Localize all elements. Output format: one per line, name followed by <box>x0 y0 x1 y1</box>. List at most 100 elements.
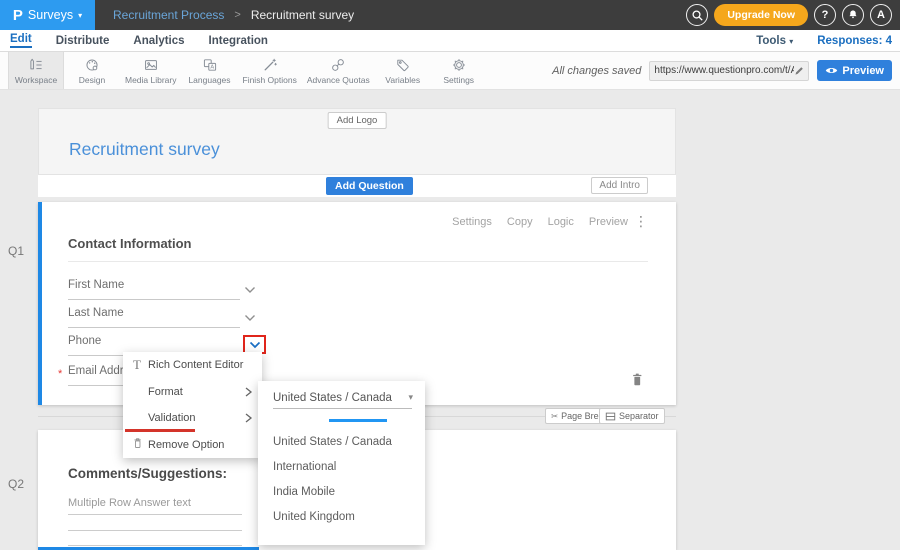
tools-menu[interactable]: Tools ▾ <box>756 35 793 47</box>
format-option-united-kingdom[interactable]: United Kingdom <box>273 511 355 529</box>
menu-item-format[interactable]: Format <box>123 379 262 406</box>
subnav-right: Tools ▾ Responses: 4 <box>756 35 892 47</box>
toolbar-tab-label: Settings <box>443 75 474 85</box>
settings-gear-icon <box>451 57 467 73</box>
toolbar-tab-workspace[interactable]: Workspace <box>8 52 64 89</box>
menu-item-validation[interactable]: Validation <box>123 405 262 432</box>
field-first-name[interactable]: First Name <box>68 279 240 300</box>
product-label: Surveys <box>28 8 73 22</box>
field-options-chevron-icon[interactable] <box>243 283 257 301</box>
upgrade-button[interactable]: Upgrade Now <box>714 4 808 26</box>
toolbar-tab-label: Variables <box>385 75 420 85</box>
breadcrumb-separator: > <box>234 9 240 21</box>
format-option-international[interactable]: International <box>273 461 336 479</box>
field-context-menu: T Rich Content Editor Format Validation … <box>123 352 262 458</box>
select-underline <box>273 408 412 409</box>
question-divider <box>68 261 648 262</box>
search-icon <box>691 9 704 22</box>
menu-item-rich-content-editor[interactable]: T Rich Content Editor <box>123 352 262 379</box>
help-button[interactable]: ? <box>814 4 836 26</box>
toolbar-tab-media-library[interactable]: Media Library <box>120 52 182 89</box>
question-actions: Settings Copy Logic Preview <box>452 216 628 228</box>
question-title-q1[interactable]: Contact Information <box>68 236 192 251</box>
question-title-q2[interactable]: Comments/Suggestions: <box>68 466 227 481</box>
toolbar-tab-variables[interactable]: Variables <box>375 52 431 89</box>
menu-item-label: Format <box>148 386 183 398</box>
editor-toolbar: Workspace Design Media Library <box>0 52 900 90</box>
more-menu-icon[interactable]: ⋮ <box>634 213 648 230</box>
toolbar-tab-finish-options[interactable]: Finish Options <box>238 52 302 89</box>
menu-item-label: Remove Option <box>148 439 224 451</box>
toolbar-tab-languages[interactable]: A Languages <box>182 52 238 89</box>
toolbar-tab-design[interactable]: Design <box>64 52 120 89</box>
page-break-icon: ✂ <box>551 411 558 422</box>
search-button[interactable] <box>686 4 708 26</box>
menu-item-remove-option[interactable]: Remove Option <box>123 432 262 459</box>
tab-integration[interactable]: Integration <box>209 35 268 47</box>
bell-icon <box>847 9 859 21</box>
survey-subnav: Edit Distribute Analytics Integration To… <box>0 30 900 52</box>
tab-analytics[interactable]: Analytics <box>133 35 184 47</box>
format-submenu: United States / Canada ▾ United States /… <box>258 381 425 545</box>
format-option-india-mobile[interactable]: India Mobile <box>273 486 335 504</box>
toolbar-right: All changes saved Preview <box>552 52 900 89</box>
toolbar-tab-label: Media Library <box>125 75 177 85</box>
toolbar-tab-label: Finish Options <box>243 75 297 85</box>
field-last-name[interactable]: Last Name <box>68 307 240 328</box>
add-logo-button[interactable]: Add Logo <box>328 112 387 129</box>
toolbar-tab-label: Workspace <box>15 75 57 85</box>
product-switcher[interactable]: P Surveys ▾ <box>0 0 95 30</box>
survey-url-box[interactable] <box>649 61 809 81</box>
answer-line <box>68 530 242 531</box>
responses-link[interactable]: Responses: 4 <box>817 35 892 47</box>
survey-title[interactable]: Recruitment survey <box>69 139 220 160</box>
question-copy-button[interactable]: Copy <box>507 216 533 228</box>
text-editor-icon: T <box>129 357 145 373</box>
question-preview-button[interactable]: Preview <box>589 216 628 228</box>
format-select-value[interactable]: United States / Canada <box>273 392 392 404</box>
breadcrumb-parent[interactable]: Recruitment Process <box>113 8 224 22</box>
media-library-icon <box>143 57 159 73</box>
menu-item-label: Validation <box>148 412 196 424</box>
question-logic-button[interactable]: Logic <box>548 216 574 228</box>
add-question-button[interactable]: Add Question <box>326 177 413 195</box>
answer-line <box>68 545 242 546</box>
focus-underline <box>329 419 387 422</box>
preview-button[interactable]: Preview <box>817 60 892 81</box>
tab-distribute[interactable]: Distribute <box>56 35 110 47</box>
variables-tag-icon <box>395 57 411 73</box>
toolbar-tab-settings[interactable]: Settings <box>431 52 487 89</box>
caret-down-icon: ▾ <box>78 10 82 20</box>
separator-button[interactable]: Separator <box>599 408 665 424</box>
add-intro-button[interactable]: Add Intro <box>591 177 648 194</box>
survey-url-input[interactable] <box>654 65 794 76</box>
question-number-q2: Q2 <box>8 477 24 491</box>
required-asterisk: * <box>58 368 62 380</box>
toolbar-tab-advance-quotas[interactable]: Advance Quotas <box>302 52 375 89</box>
navbar-actions: Upgrade Now ? A <box>686 4 892 26</box>
tab-edit[interactable]: Edit <box>10 33 32 48</box>
field-options-chevron-icon[interactable] <box>243 311 257 329</box>
languages-icon: A <box>202 57 218 73</box>
avatar[interactable]: A <box>870 4 892 26</box>
question-settings-button[interactable]: Settings <box>452 216 492 228</box>
notifications-button[interactable] <box>842 4 864 26</box>
chevron-right-icon <box>244 386 253 401</box>
caret-down-icon: ▾ <box>789 37 793 46</box>
edit-url-pencil-icon[interactable] <box>794 65 805 76</box>
preview-label: Preview <box>842 65 884 77</box>
field-options-chevron-icon[interactable] <box>248 339 262 351</box>
multirow-answer-placeholder[interactable]: Multiple Row Answer text <box>68 497 191 509</box>
select-caret-icon[interactable]: ▾ <box>408 392 413 403</box>
questionpro-logo-icon: P <box>13 7 23 24</box>
menu-item-label: Rich Content Editor <box>148 359 243 371</box>
delete-question-trash-icon[interactable] <box>630 372 644 392</box>
tools-label: Tools <box>756 35 786 47</box>
eye-icon <box>825 66 838 75</box>
separator-label: Separator <box>619 411 659 421</box>
trash-icon <box>129 437 145 452</box>
format-option-us-canada[interactable]: United States / Canada <box>273 436 392 454</box>
toolbar-tab-label: Advance Quotas <box>307 75 370 85</box>
annotation-red-underline <box>125 429 195 432</box>
toolbar-tab-label: Languages <box>188 75 230 85</box>
